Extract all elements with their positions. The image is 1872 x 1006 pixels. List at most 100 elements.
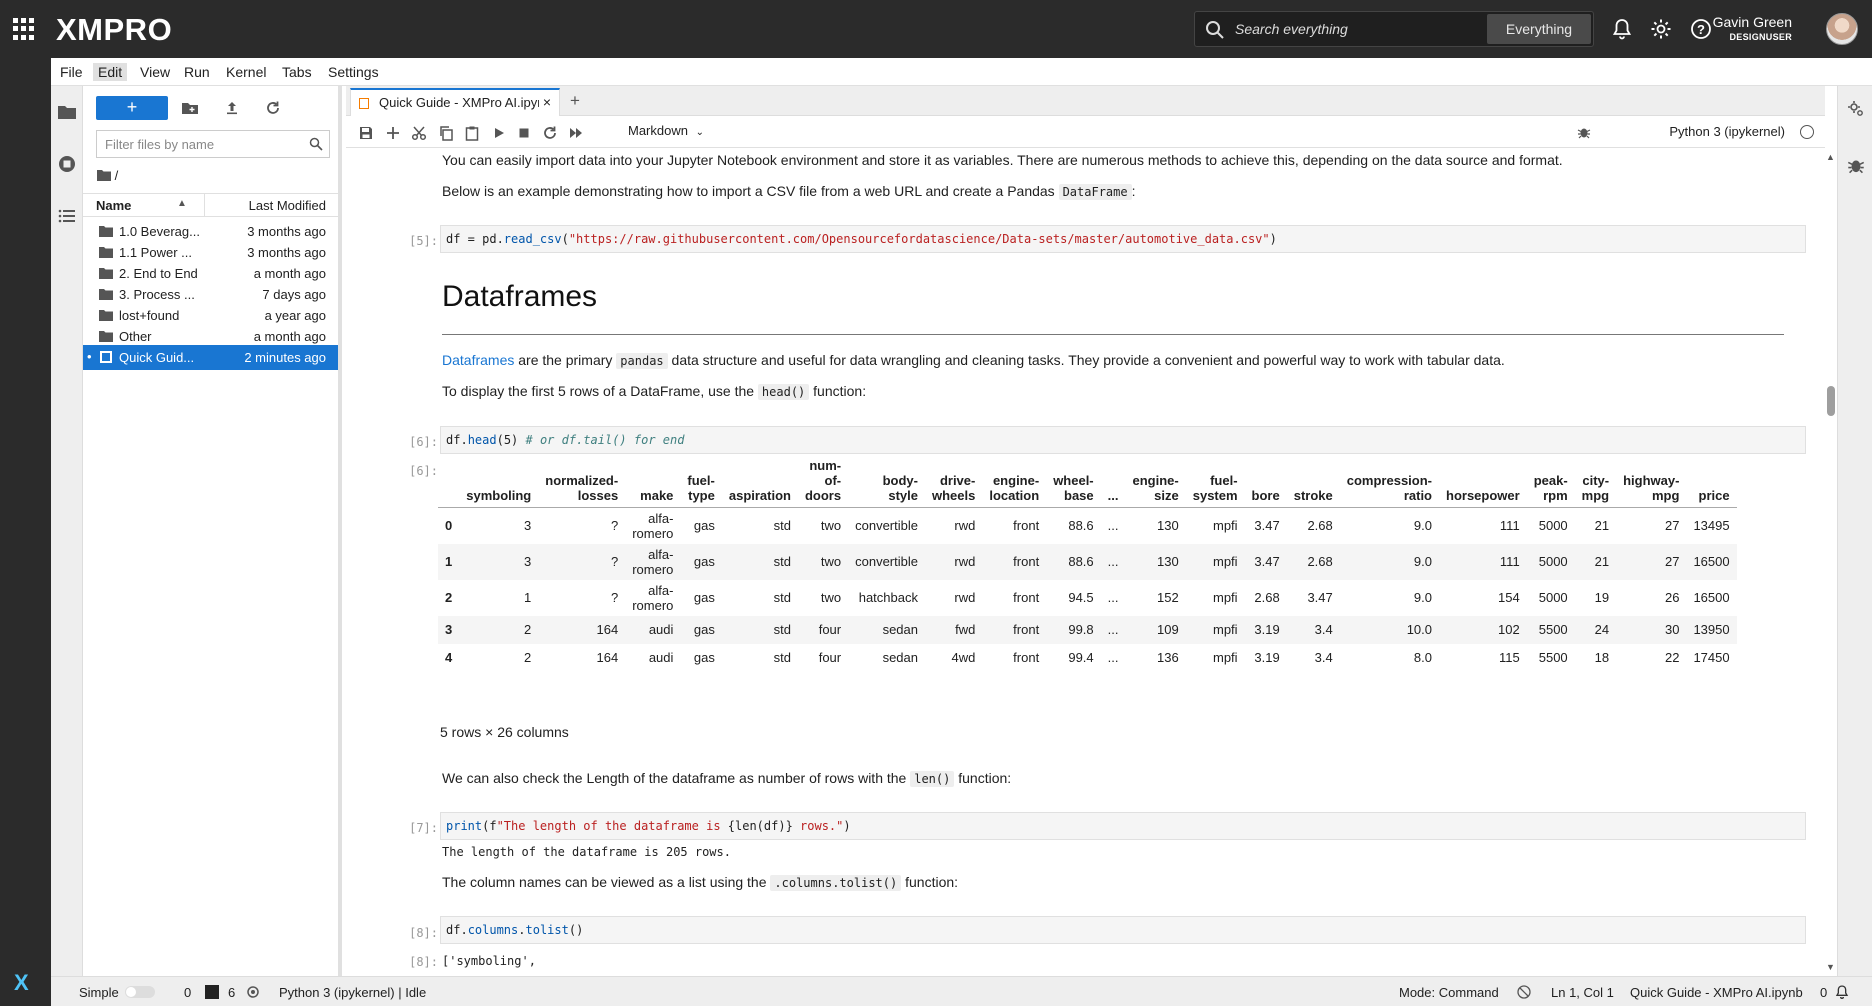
simple-mode-toggle[interactable] <box>125 986 155 998</box>
running-sessions-icon[interactable] <box>57 154 77 174</box>
table-cell: front <box>982 543 1047 580</box>
table-cell: 21 <box>1574 543 1617 580</box>
xmpro-x-logo-icon[interactable]: X <box>14 970 29 996</box>
save-icon[interactable] <box>358 125 374 141</box>
table-cell: ... <box>1100 615 1126 644</box>
menu-file[interactable]: File <box>55 63 88 81</box>
markdown-paragraph: We can also check the Length of the data… <box>442 770 1011 787</box>
column-modified-header[interactable]: Last Modified <box>249 198 326 213</box>
menu-view[interactable]: View <box>135 63 175 81</box>
cut-icon[interactable] <box>411 125 427 141</box>
kernel-status[interactable]: Python 3 (ipykernel) | Idle <box>279 985 426 1000</box>
debugger-bug-icon[interactable] <box>1577 125 1591 139</box>
help-icon[interactable]: ? <box>1689 17 1713 41</box>
run-icon[interactable] <box>491 125 507 141</box>
code-text: () <box>568 923 584 937</box>
table-header-cell: price <box>1686 454 1737 508</box>
folder-icon[interactable] <box>57 102 77 122</box>
table-cell: 130 <box>1157 518 1179 534</box>
code-cell[interactable]: print(f"The length of the dataframe is {… <box>440 812 1806 840</box>
menu-edit[interactable]: Edit <box>93 63 128 81</box>
table-cell: 9.0 <box>1413 518 1432 534</box>
stop-icon[interactable] <box>516 125 532 141</box>
debugger-bug-icon[interactable] <box>1847 156 1865 174</box>
xmpro-logo[interactable]: XMPRO <box>56 12 172 48</box>
avatar[interactable] <box>1826 13 1858 45</box>
file-filter-input[interactable] <box>105 135 295 153</box>
kernel-chip-icon[interactable] <box>246 985 260 999</box>
terminal-icon[interactable] <box>205 985 219 999</box>
search-scope-dropdown[interactable]: Everything <box>1487 14 1591 44</box>
table-header-cell: ... <box>1100 454 1126 508</box>
column-divider[interactable] <box>204 194 205 216</box>
input-prompt: [5]: <box>409 234 438 248</box>
code-cell[interactable]: df.head(5) # or df.tail() for end <box>440 426 1806 454</box>
user-name[interactable]: Gavin Green <box>1713 14 1792 30</box>
global-search[interactable]: Everything <box>1194 11 1594 47</box>
table-cell: 5000 <box>1538 590 1568 605</box>
kernel-count[interactable]: 6 <box>228 985 235 1000</box>
scrollbar-thumb[interactable] <box>1827 386 1835 416</box>
tab-quick-guide[interactable]: Quick Guide - XMPro AI.ipynb × <box>350 88 560 116</box>
menu-kernel[interactable]: Kernel <box>221 63 271 81</box>
table-header-cell: engine- size <box>1125 454 1186 508</box>
table-header-cell: highway- mpg <box>1616 454 1687 508</box>
table-cell: four <box>818 650 842 665</box>
scroll-down-arrow-icon[interactable]: ▼ <box>1826 962 1835 972</box>
menu-tabs[interactable]: Tabs <box>277 63 317 81</box>
heading-divider <box>442 334 1784 335</box>
notebook-content[interactable]: You can easily import data into your Jup… <box>346 148 1825 976</box>
terminal-count[interactable]: 0 <box>184 985 191 1000</box>
table-cell: mpfi <box>1185 543 1245 580</box>
search-input[interactable] <box>1235 12 1475 46</box>
dataframe-table: symboling normalized- losses make fuel- typ… <box>438 454 1737 672</box>
code-function: head <box>467 433 497 447</box>
breadcrumb-root[interactable]: / <box>115 168 119 183</box>
breadcrumb[interactable]: / <box>97 168 118 183</box>
restart-icon[interactable] <box>542 125 558 141</box>
chevron-down-icon: ⌄ <box>695 127 704 138</box>
table-cell: front <box>1013 590 1040 605</box>
table-of-contents-icon[interactable] <box>57 206 77 226</box>
fast-forward-icon[interactable] <box>568 125 584 141</box>
table-cell: ... <box>1107 650 1119 665</box>
new-folder-icon[interactable] <box>181 99 199 117</box>
table-row: 1 3? alfa- romero gas std two convertible rwd fr… <box>438 543 1737 580</box>
column-name-header[interactable]: Name <box>96 198 131 213</box>
copy-icon[interactable] <box>438 125 454 141</box>
file-name: 2. End to End <box>119 266 198 281</box>
refresh-icon[interactable] <box>264 99 282 117</box>
cell-type-dropdown[interactable]: Markdown ⌄ <box>628 123 704 138</box>
menu-run[interactable]: Run <box>179 63 215 81</box>
app-left-rail: X <box>0 58 51 1006</box>
inline-code: head() <box>757 384 810 400</box>
code-cell[interactable]: df = pd.read_csv("https://raw.githubuser… <box>440 225 1806 253</box>
apps-grid-icon[interactable] <box>13 18 35 40</box>
scroll-up-arrow-icon[interactable]: ▲ <box>1826 152 1835 162</box>
file-filter[interactable] <box>96 130 330 158</box>
paste-icon[interactable] <box>464 125 480 141</box>
kernel-name[interactable]: Python 3 (ipykernel) <box>1669 124 1785 139</box>
table-header-cell: bore <box>1244 454 1287 508</box>
settings-gear-icon[interactable] <box>1649 17 1673 41</box>
notification-bell-icon[interactable] <box>1834 984 1850 1000</box>
menu-settings[interactable]: Settings <box>323 63 384 81</box>
dataframes-link[interactable]: Dataframes <box>442 352 514 368</box>
notification-bell-icon[interactable] <box>1610 17 1634 41</box>
trust-icon[interactable] <box>1517 985 1531 999</box>
table-cell: 3.47 <box>1244 543 1287 580</box>
code-cell[interactable]: df.columns.tolist() <box>440 916 1806 944</box>
table-cell: 2.68 <box>1307 518 1333 534</box>
file-list-item[interactable]: • Quick Guid... 2 minutes ago <box>83 345 338 370</box>
close-icon[interactable]: × <box>543 94 551 110</box>
add-tab-button[interactable]: + <box>570 91 580 111</box>
notebook-scrollbar[interactable]: ▲ ▼ <box>1825 148 1837 976</box>
markdown-heading: Dataframes <box>442 280 598 313</box>
upload-icon[interactable] <box>223 99 241 117</box>
cursor-position[interactable]: Ln 1, Col 1 <box>1551 985 1614 1000</box>
property-inspector-icon[interactable] <box>1847 100 1865 118</box>
new-launcher-button[interactable]: + <box>96 96 168 120</box>
insert-cell-icon[interactable] <box>385 125 401 141</box>
notification-count[interactable]: 0 <box>1820 985 1827 1000</box>
table-header-cell: engine- location <box>982 454 1047 508</box>
